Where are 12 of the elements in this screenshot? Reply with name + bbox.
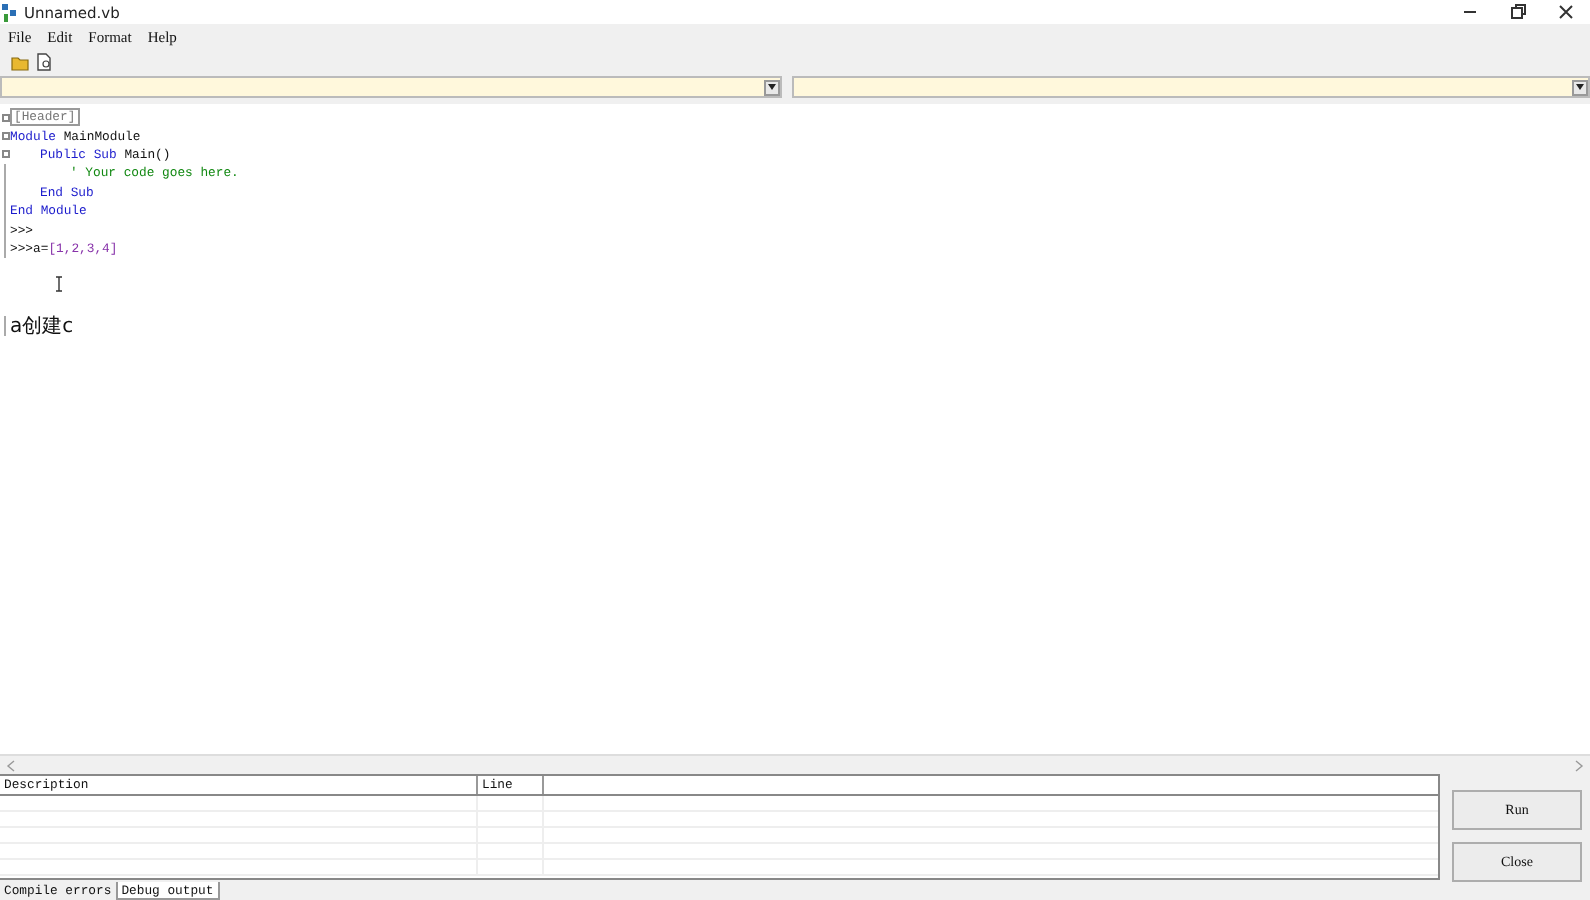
code-text: a创建c: [10, 313, 74, 341]
scroll-left-icon[interactable]: [6, 759, 16, 771]
text-cursor-icon: [54, 276, 64, 292]
fold-icon[interactable]: [1, 150, 9, 159]
fold-icon[interactable]: [1, 113, 9, 122]
fold-icon[interactable]: [1, 132, 9, 141]
dropdown[interactable]: [792, 76, 1590, 98]
app-icon: [2, 3, 18, 21]
dropdown-arrow-icon: [768, 84, 776, 90]
dropdown-arrow-icon: [1576, 84, 1584, 90]
scroll-right-icon[interactable]: [1574, 759, 1584, 771]
document-icon[interactable]: [34, 52, 54, 72]
